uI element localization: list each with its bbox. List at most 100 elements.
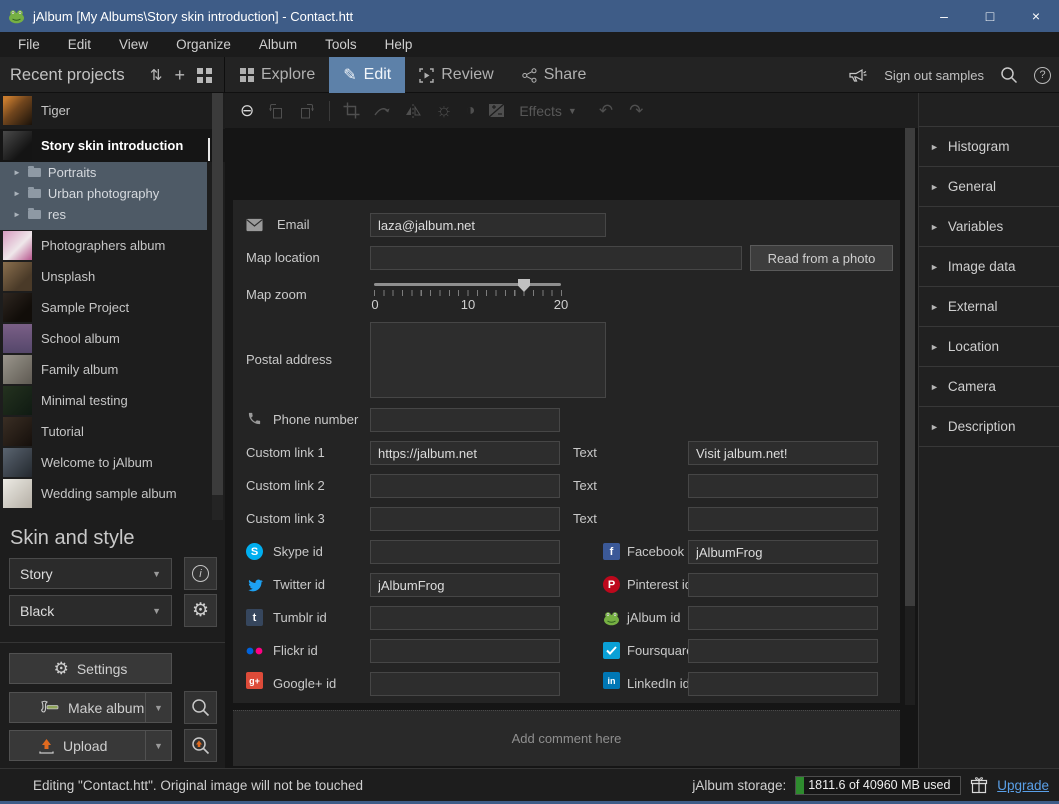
skin-select[interactable]: Story ▼ — [9, 558, 172, 589]
email-field[interactable] — [370, 213, 606, 237]
make-album-button[interactable]: Make album ▼ — [9, 692, 172, 723]
project-tiger[interactable]: Tiger — [0, 95, 207, 126]
style-settings-button[interactable]: ⚙ — [184, 594, 217, 627]
upload-dropdown[interactable]: ▼ — [145, 731, 171, 760]
custom-link-2-text-field[interactable] — [688, 474, 878, 498]
crop-icon[interactable] — [343, 102, 360, 119]
rotate-right-icon[interactable] — [298, 102, 316, 120]
close-button[interactable]: × — [1013, 8, 1059, 24]
custom-link-1-text-field[interactable] — [688, 441, 878, 465]
style-select[interactable]: Black ▼ — [9, 595, 172, 626]
linkedin-id-field[interactable] — [688, 672, 878, 696]
google-plus-id-field[interactable] — [370, 672, 560, 696]
menu-help[interactable]: Help — [371, 32, 427, 57]
pinterest-id-field[interactable] — [688, 573, 878, 597]
scrollbar-thumb[interactable] — [905, 128, 915, 606]
custom-link-3-url-field[interactable] — [370, 507, 560, 531]
read-from-photo-button[interactable]: Read from a photo — [750, 245, 893, 271]
tab-review[interactable]: Review — [405, 57, 507, 93]
tab-edit[interactable]: ✎ Edit — [329, 57, 405, 93]
section-variables[interactable]: ►Variables — [919, 207, 1059, 247]
brightness-icon[interactable]: ☼ — [435, 100, 452, 122]
tab-explore[interactable]: Explore — [226, 57, 329, 93]
minimize-button[interactable]: – — [921, 8, 967, 24]
main-scrollbar[interactable] — [905, 128, 915, 705]
section-location[interactable]: ►Location — [919, 327, 1059, 367]
exposure-icon[interactable] — [488, 103, 505, 118]
skype-id-field[interactable] — [370, 540, 560, 564]
sort-projects-icon[interactable]: ⇅ — [150, 66, 163, 84]
project-sample-project[interactable]: Sample Project — [0, 292, 207, 323]
foursquare-id-field[interactable] — [688, 639, 878, 663]
grid-view-icon[interactable] — [197, 68, 212, 83]
straighten-icon[interactable] — [373, 104, 391, 118]
section-camera[interactable]: ►Camera — [919, 367, 1059, 407]
tab-share[interactable]: Share — [508, 57, 601, 93]
skin-info-button[interactable]: i — [184, 557, 217, 590]
map-zoom-slider[interactable]: 0 10 20 — [374, 278, 561, 312]
project-family-album[interactable]: Family album — [0, 354, 207, 385]
project-minimal-testing[interactable]: Minimal testing — [0, 385, 207, 416]
help-icon[interactable]: ? — [1034, 67, 1051, 84]
project-tutorial[interactable]: Tutorial — [0, 416, 207, 447]
facebook-id-field[interactable] — [688, 540, 878, 564]
make-album-dropdown[interactable]: ▼ — [145, 693, 171, 722]
project-story-skin-introduction[interactable]: Story skin introduction — [0, 129, 225, 162]
redo-icon[interactable]: ↷ — [629, 101, 643, 121]
folder-res[interactable]: ► res — [0, 204, 207, 225]
maximize-button[interactable]: □ — [967, 8, 1013, 24]
effects-dropdown[interactable]: Effects ▼ — [519, 103, 576, 119]
section-histogram[interactable]: ►Histogram — [919, 127, 1059, 167]
map-location-field[interactable] — [370, 246, 742, 270]
announcements-megaphone-icon[interactable] — [848, 66, 868, 84]
flickr-id-field[interactable] — [370, 639, 560, 663]
flip-horizontal-icon[interactable] — [404, 103, 422, 119]
linkedin-icon: in — [603, 672, 620, 689]
menu-album[interactable]: Album — [245, 32, 311, 57]
settings-button[interactable]: ⚙ Settings — [9, 653, 172, 684]
upgrade-link[interactable]: Upgrade — [997, 778, 1049, 793]
menu-edit[interactable]: Edit — [54, 32, 105, 57]
folder-portraits[interactable]: ► Portraits — [0, 162, 207, 183]
project-wedding-sample-album[interactable]: Wedding sample album — [0, 478, 207, 509]
menu-organize[interactable]: Organize — [162, 32, 245, 57]
project-photographers-album[interactable]: Photographers album — [0, 230, 207, 261]
custom-link-1-url-field[interactable] — [370, 441, 560, 465]
upload-button[interactable]: Upload ▼ — [9, 730, 172, 761]
undo-icon[interactable]: ↶ — [599, 101, 613, 121]
scrollbar-thumb[interactable] — [212, 93, 223, 495]
menu-view[interactable]: View — [105, 32, 162, 57]
project-unsplash[interactable]: Unsplash — [0, 261, 207, 292]
menu-file[interactable]: File — [4, 32, 54, 57]
custom-link-2-url-field[interactable] — [370, 474, 560, 498]
expand-triangle-icon[interactable]: ► — [13, 210, 21, 219]
projects-scrollbar[interactable] — [212, 93, 223, 520]
add-project-icon[interactable]: + — [174, 65, 185, 86]
jalbum-id-field[interactable] — [688, 606, 878, 630]
menu-tools[interactable]: Tools — [311, 32, 371, 57]
sign-out-link[interactable]: Sign out samples — [884, 68, 984, 83]
section-external[interactable]: ►External — [919, 287, 1059, 327]
contrast-icon[interactable]: ◑ — [466, 102, 476, 120]
twitter-id-field[interactable] — [370, 573, 560, 597]
slider-track[interactable] — [374, 283, 561, 286]
preview-upload-button[interactable] — [184, 729, 217, 762]
custom-link-3-text-field[interactable] — [688, 507, 878, 531]
section-description[interactable]: ►Description — [919, 407, 1059, 447]
project-welcome-to-jalbum[interactable]: Welcome to jAlbum — [0, 447, 207, 478]
section-image-data[interactable]: ►Image data — [919, 247, 1059, 287]
gift-icon[interactable] — [970, 776, 988, 794]
project-school-album[interactable]: School album — [0, 323, 207, 354]
phone-number-field[interactable] — [370, 408, 560, 432]
search-icon[interactable] — [1000, 66, 1018, 84]
comment-area[interactable]: Add comment here — [233, 710, 900, 766]
expand-triangle-icon[interactable]: ► — [13, 189, 21, 198]
folder-urban-photography[interactable]: ► Urban photography — [0, 183, 207, 204]
preview-album-button[interactable] — [184, 691, 217, 724]
zoom-out-icon[interactable]: ⊖ — [240, 101, 254, 121]
expand-triangle-icon[interactable]: ► — [13, 168, 21, 177]
tumblr-id-field[interactable] — [370, 606, 560, 630]
postal-address-field[interactable] — [370, 322, 606, 398]
section-general[interactable]: ►General — [919, 167, 1059, 207]
rotate-left-icon[interactable] — [267, 102, 285, 120]
